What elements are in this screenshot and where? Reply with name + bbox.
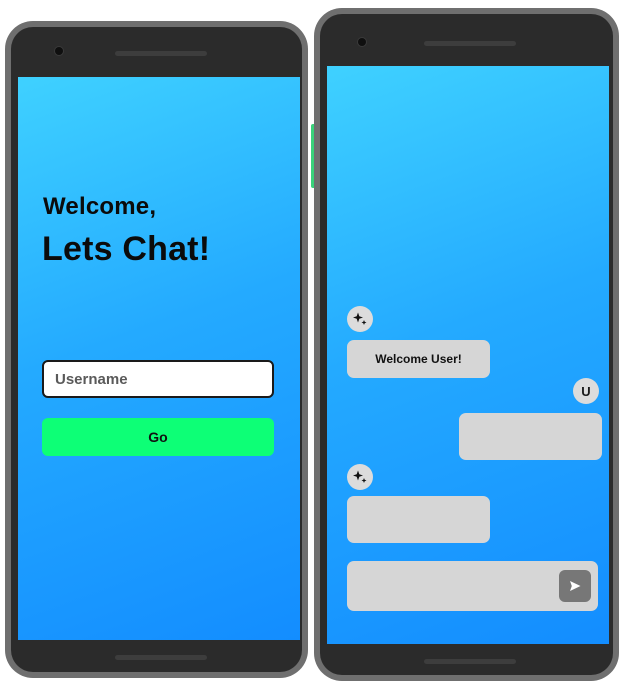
- user-avatar: U: [573, 378, 599, 404]
- bot-message-text: Welcome User!: [375, 352, 462, 366]
- message-input[interactable]: [355, 567, 555, 607]
- phone-login-frame: Welcome, Lets Chat! Go: [5, 21, 308, 678]
- canvas: Welcome, Lets Chat! Go: [0, 0, 619, 682]
- earpiece-speaker: [115, 51, 207, 56]
- phone-chat-frame: Welcome User! U: [314, 8, 619, 681]
- send-button[interactable]: [559, 570, 591, 602]
- earpiece-speaker: [424, 41, 516, 46]
- headline-text: Lets Chat!: [42, 230, 211, 268]
- bottom-bezel-bar: [115, 655, 207, 660]
- phone-chat-bezel: Welcome User! U: [320, 14, 613, 675]
- go-button[interactable]: Go: [42, 418, 274, 456]
- bot-avatar: [347, 464, 373, 490]
- bot-message-bubble: Welcome User!: [347, 340, 490, 378]
- welcome-text: Welcome,: [43, 193, 157, 220]
- bottom-bezel-bar: [424, 659, 516, 664]
- sparkle-icon: [353, 312, 367, 325]
- send-icon: [570, 581, 581, 591]
- message-composer: [347, 561, 598, 611]
- user-message-bubble: [459, 413, 602, 460]
- username-input[interactable]: [42, 360, 274, 398]
- bot-message-bubble: [347, 496, 490, 543]
- bot-avatar: [347, 306, 373, 332]
- phone-login-bezel: Welcome, Lets Chat! Go: [11, 27, 302, 672]
- login-screen: Welcome, Lets Chat! Go: [18, 77, 300, 640]
- chat-screen: Welcome User! U: [327, 66, 609, 644]
- front-camera-icon: [358, 38, 366, 46]
- front-camera-icon: [55, 47, 63, 55]
- sparkle-icon: [353, 470, 367, 483]
- user-avatar-label: U: [581, 383, 591, 399]
